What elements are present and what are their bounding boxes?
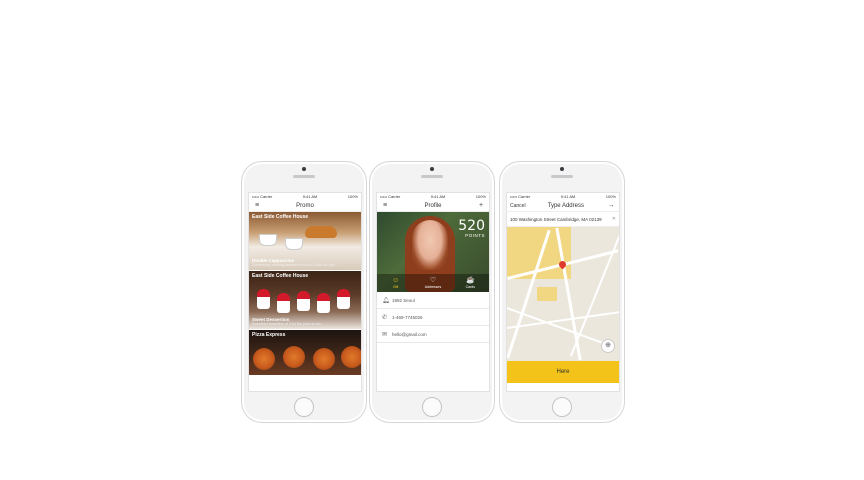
phone-profile: ••••• Carrier 9:41 AM 100% ≡ Profile + 5… <box>369 161 495 423</box>
cup-image <box>285 238 303 250</box>
gift-icon: ☺ <box>392 277 400 284</box>
promo-card-caption: Double Cappuccino Come every morning bet… <box>252 258 358 267</box>
profile-photo <box>412 220 448 270</box>
address-screen: ••••• Carrier 9:41 AM 100% Cancel Type A… <box>506 192 620 392</box>
camera-dot <box>430 167 434 171</box>
tab-label: Addresses <box>424 285 442 289</box>
status-bar: ••••• Carrier 9:41 AM 100% <box>377 193 489 200</box>
mail-icon: ✉ <box>382 331 388 338</box>
promo-card-heading: East Side Coffee House <box>252 273 309 279</box>
address-value: 100 Washington Street Cambridge, MA 0213… <box>510 216 602 222</box>
promo-desc: Sweetest Dessertion of 2 for the price o… <box>252 322 324 326</box>
here-button[interactable]: Here <box>507 361 619 383</box>
promo-card[interactable]: Pizza Express <box>249 330 361 376</box>
profile-navbar: ≡ Profile + <box>377 200 489 212</box>
phone-promo: ••••• Carrier 9:41 AM 100% ≡ Promo East … <box>241 161 367 423</box>
map-road <box>569 231 619 357</box>
map-block <box>537 287 557 301</box>
home-button[interactable] <box>422 397 442 417</box>
home-button[interactable] <box>552 397 572 417</box>
dessert-image <box>297 291 310 311</box>
carrier-text: ••••• Carrier <box>252 194 273 199</box>
home-button[interactable] <box>294 397 314 417</box>
speaker-grill <box>421 175 443 178</box>
page-title: Profile <box>424 202 442 209</box>
dessert-image <box>317 293 330 313</box>
pizza-image <box>283 346 305 368</box>
battery-text: 100% <box>605 194 616 199</box>
camera-dot <box>560 167 564 171</box>
cancel-button[interactable]: Cancel <box>510 203 526 209</box>
promo-card[interactable]: East Side Coffee House Double Cappuccino… <box>249 212 361 271</box>
dessert-image <box>277 293 290 313</box>
profile-tabs: ☺ Gift ♡ Addresses ☕ Cards <box>377 274 489 292</box>
tab-cards[interactable]: ☕ Cards <box>452 274 489 292</box>
info-row-email[interactable]: ✉ hello@gmail.com <box>377 326 489 343</box>
promo-screen: ••••• Carrier 9:41 AM 100% ≡ Promo East … <box>248 192 362 392</box>
status-time: 9:41 AM <box>302 194 318 199</box>
tab-addresses[interactable]: ♡ Addresses <box>414 274 451 292</box>
address-input[interactable]: 100 Washington Street Cambridge, MA 0213… <box>507 212 619 227</box>
tab-gift[interactable]: ☺ Gift <box>377 274 414 292</box>
info-row-location[interactable]: 🔔︎ 1992 Seoul <box>377 292 489 309</box>
info-text: 1992 Seoul <box>392 297 415 303</box>
carrier-text: ••••• Carrier <box>380 194 401 199</box>
profile-screen: ••••• Carrier 9:41 AM 100% ≡ Profile + 5… <box>376 192 490 392</box>
cup-icon: ☕ <box>465 277 475 284</box>
page-title: Type Address <box>547 202 584 209</box>
dessert-image <box>337 289 350 309</box>
points-display: 520 POINTS <box>458 219 485 238</box>
promo-card-caption: Sweet Dessertion Sweetest Dessertion of … <box>252 317 358 326</box>
promo-card-heading: East Side Coffee House <box>252 214 309 220</box>
page-title: Promo <box>296 202 314 209</box>
croissant-image <box>305 226 337 238</box>
arrow-right-icon[interactable]: → <box>606 202 616 209</box>
camera-dot <box>302 167 306 171</box>
info-text: 1-469-7745026 <box>392 314 423 320</box>
plus-icon[interactable]: + <box>476 202 486 209</box>
promo-desc: Come every morning between 9 AM to 11 AM… <box>252 263 339 267</box>
battery-text: 100% <box>347 194 358 199</box>
pizza-image <box>341 346 361 368</box>
carrier-text: ••••• Carrier <box>510 194 531 199</box>
speaker-grill <box>551 175 573 178</box>
phone-icon: ✆ <box>382 314 388 321</box>
points-value: 520 <box>458 218 485 234</box>
bell-icon: 🔔︎ <box>382 297 390 304</box>
dessert-image <box>257 289 270 309</box>
status-bar: ••••• Carrier 9:41 AM 100% <box>249 193 361 200</box>
menu-icon[interactable]: ≡ <box>380 202 390 209</box>
tab-label: Gift <box>392 285 399 289</box>
pizza-image <box>253 348 275 370</box>
info-row-phone[interactable]: ✆ 1-469-7745026 <box>377 309 489 326</box>
heart-icon: ♡ <box>429 277 437 284</box>
address-navbar: Cancel Type Address → <box>507 200 619 212</box>
map-view[interactable]: ⊕ <box>507 227 619 361</box>
profile-hero: 520 POINTS ☺ Gift ♡ Addresses ☕ Cards <box>377 212 489 292</box>
status-bar: ••••• Carrier 9:41 AM 100% <box>507 193 619 200</box>
battery-text: 100% <box>475 194 486 199</box>
status-time: 9:41 AM <box>560 194 576 199</box>
promo-card-heading: Pizza Express <box>252 332 286 338</box>
speaker-grill <box>293 175 315 178</box>
locate-icon[interactable]: ⊕ <box>601 339 615 353</box>
cup-image <box>259 234 277 246</box>
status-time: 9:41 AM <box>430 194 446 199</box>
close-icon[interactable]: ✕ <box>612 216 616 222</box>
info-text: hello@gmail.com <box>392 331 427 337</box>
tab-label: Cards <box>465 285 475 289</box>
promo-card[interactable]: East Side Coffee House Sweet Dessertion … <box>249 271 361 330</box>
menu-icon[interactable]: ≡ <box>252 202 262 209</box>
pizza-image <box>313 348 335 370</box>
promo-navbar: ≡ Promo <box>249 200 361 212</box>
phone-address: ••••• Carrier 9:41 AM 100% Cancel Type A… <box>499 161 625 423</box>
